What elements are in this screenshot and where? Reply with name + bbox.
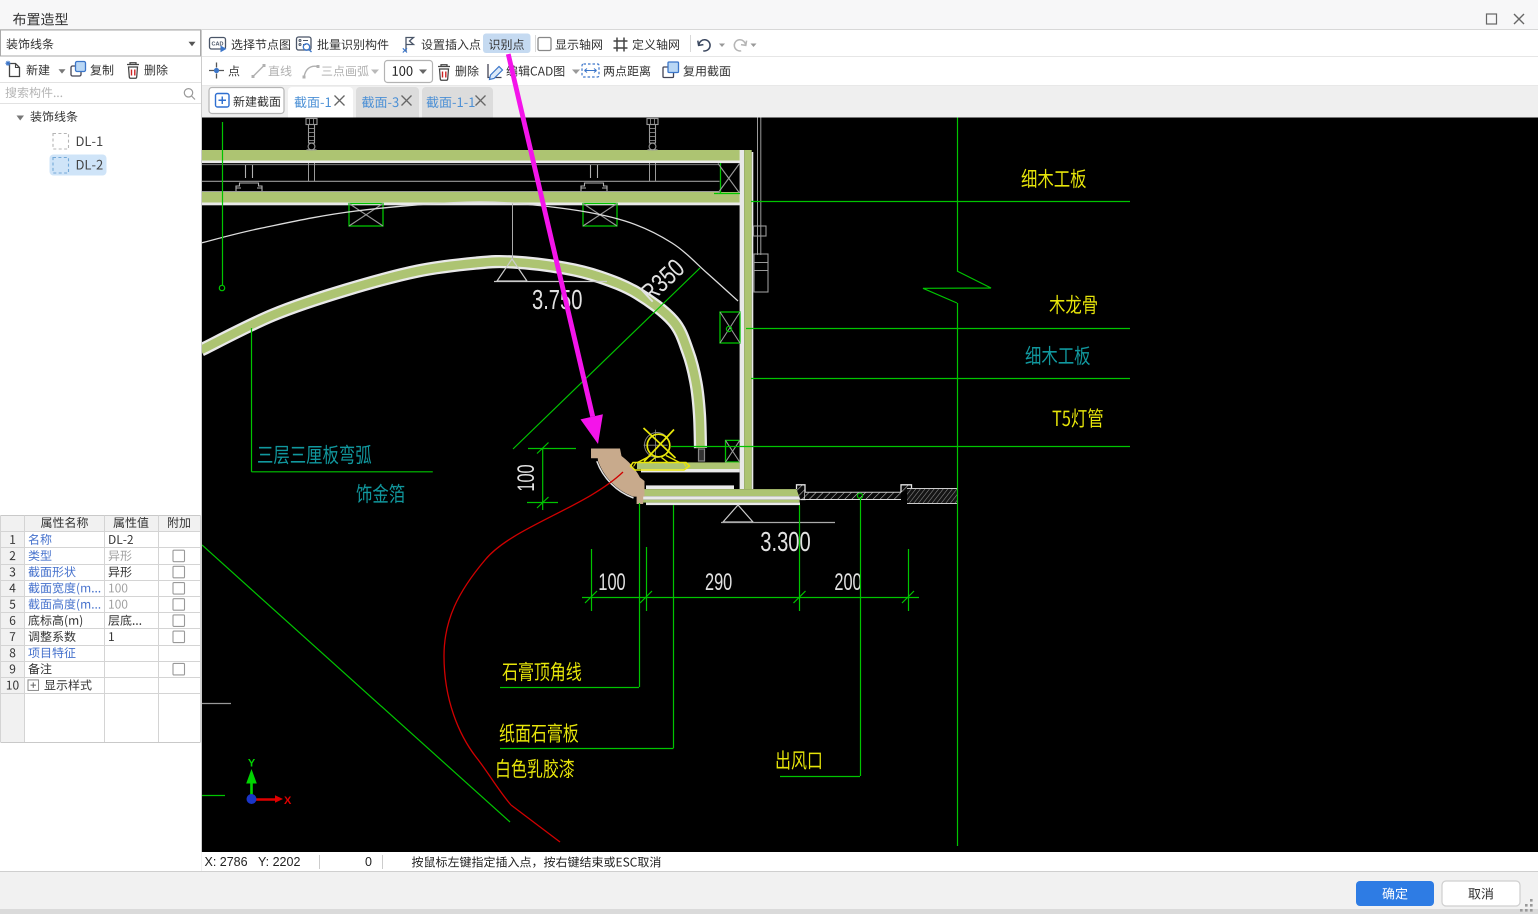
svg-text:3.750: 3.750	[532, 285, 582, 316]
svg-text:290: 290	[705, 569, 732, 596]
svg-text:100: 100	[598, 569, 625, 596]
svg-text:0: 0	[365, 855, 372, 869]
svg-text:Y: 2202: Y: 2202	[258, 855, 300, 869]
svg-text:100: 100	[513, 464, 540, 491]
svg-text:Y: Y	[248, 758, 256, 770]
svg-text:X: 2786: X: 2786	[205, 855, 248, 869]
svg-text:200: 200	[834, 569, 861, 596]
svg-text:X: X	[284, 795, 292, 807]
svg-text:3.300: 3.300	[760, 527, 810, 558]
